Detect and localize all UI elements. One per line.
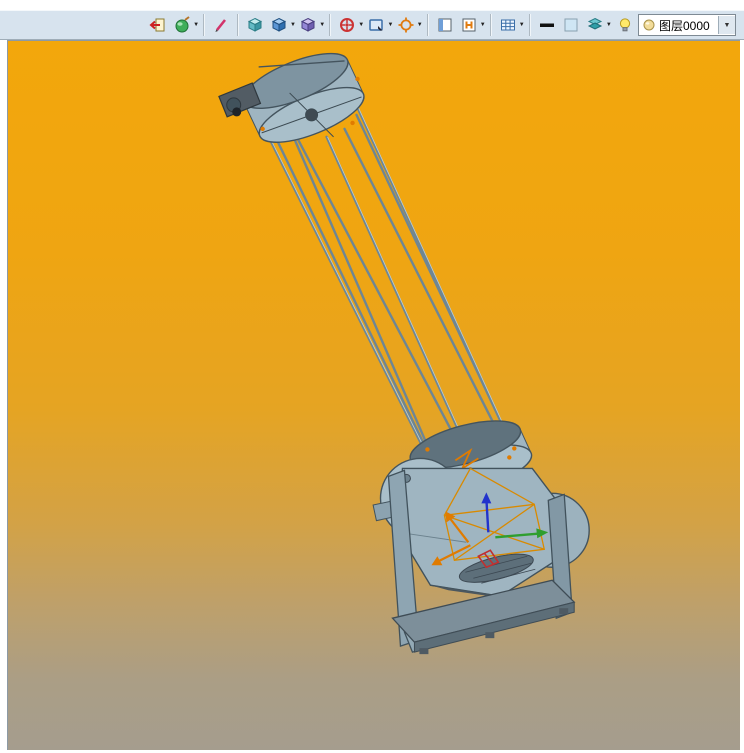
toolbar-separator — [329, 14, 332, 36]
display-mode-button[interactable] — [297, 13, 319, 37]
layer-visibility-bulb[interactable] — [613, 13, 637, 37]
orbit-dropdown-arrow[interactable]: ▼ — [358, 22, 364, 28]
teal-cube-icon — [247, 17, 262, 32]
appearance-dropdown-arrow[interactable]: ▼ — [193, 22, 199, 28]
telescope-model — [218, 52, 590, 655]
layer-select-value: 图层0000 — [659, 18, 710, 33]
zoom-window-dropdown-arrow[interactable]: ▼ — [387, 22, 393, 28]
base-foot — [559, 608, 569, 615]
zoom-window-button[interactable] — [365, 13, 387, 37]
base-foot — [419, 648, 429, 655]
layer-select-arrow-icon[interactable]: ▼ — [718, 16, 735, 34]
appearance-button[interactable] — [171, 13, 193, 37]
toolbar-separator — [426, 14, 429, 36]
toolbar-separator — [528, 14, 531, 36]
truss-poles — [251, 95, 516, 472]
color-swatch-icon — [564, 18, 578, 32]
panel-icon — [438, 18, 452, 32]
layers-dropdown-arrow[interactable]: ▼ — [606, 22, 612, 28]
toolbar-separator — [203, 14, 206, 36]
layers-icon — [587, 17, 602, 30]
view-cube-button[interactable] — [268, 13, 290, 37]
annotate-tool-button[interactable] — [210, 13, 232, 37]
table-dropdown-arrow[interactable]: ▼ — [519, 22, 525, 28]
pen-icon — [215, 19, 227, 32]
h-panel-icon — [462, 18, 476, 32]
app-window: ▼ ▼ ▼ ▼ ▼ ▼ ▼ ▼ ▼ 图层0000 ▼ — [0, 0, 744, 753]
orbit-button[interactable] — [336, 13, 358, 37]
toolbar-separator — [489, 14, 492, 36]
locate-center-button[interactable] — [395, 13, 417, 37]
blue-cube-icon — [271, 17, 286, 32]
layer-sphere-icon — [643, 19, 655, 31]
appearance-icon — [175, 16, 190, 33]
toolbar: ▼ ▼ ▼ ▼ ▼ ▼ ▼ ▼ ▼ 图层0000 ▼ — [0, 10, 744, 40]
violet-cube-icon — [300, 17, 316, 32]
display-mode-dropdown-arrow[interactable]: ▼ — [319, 22, 325, 28]
exit-render-button[interactable] — [147, 13, 169, 37]
red-wheel-icon — [340, 18, 355, 32]
3d-viewport[interactable] — [7, 40, 740, 750]
locate-center-dropdown-arrow[interactable]: ▼ — [417, 22, 423, 28]
background-color-button[interactable] — [560, 13, 582, 37]
isometric-view-button[interactable] — [244, 13, 266, 37]
exit-render-icon — [149, 18, 165, 32]
layers-button[interactable] — [584, 13, 606, 37]
selection-rect-icon — [369, 19, 384, 31]
table-grid-icon — [500, 19, 515, 31]
layer-controls: 图层0000 ▼ — [612, 13, 736, 37]
orange-crosshair-icon — [398, 17, 414, 33]
base-foot — [485, 632, 495, 639]
toolbar-separator — [237, 14, 239, 36]
viewport-layout-button[interactable] — [434, 13, 456, 37]
view-cube-dropdown-arrow[interactable]: ▼ — [290, 22, 296, 28]
table-button[interactable] — [497, 13, 519, 37]
lightbulb-icon — [619, 18, 631, 32]
thick-line-icon — [539, 23, 554, 27]
named-view-dropdown-arrow[interactable]: ▼ — [480, 22, 486, 28]
named-view-button[interactable] — [458, 13, 480, 37]
line-width-button[interactable] — [536, 13, 558, 37]
truss-pole-highlights — [253, 96, 514, 471]
layer-select[interactable]: 图层0000 ▼ — [638, 14, 736, 36]
